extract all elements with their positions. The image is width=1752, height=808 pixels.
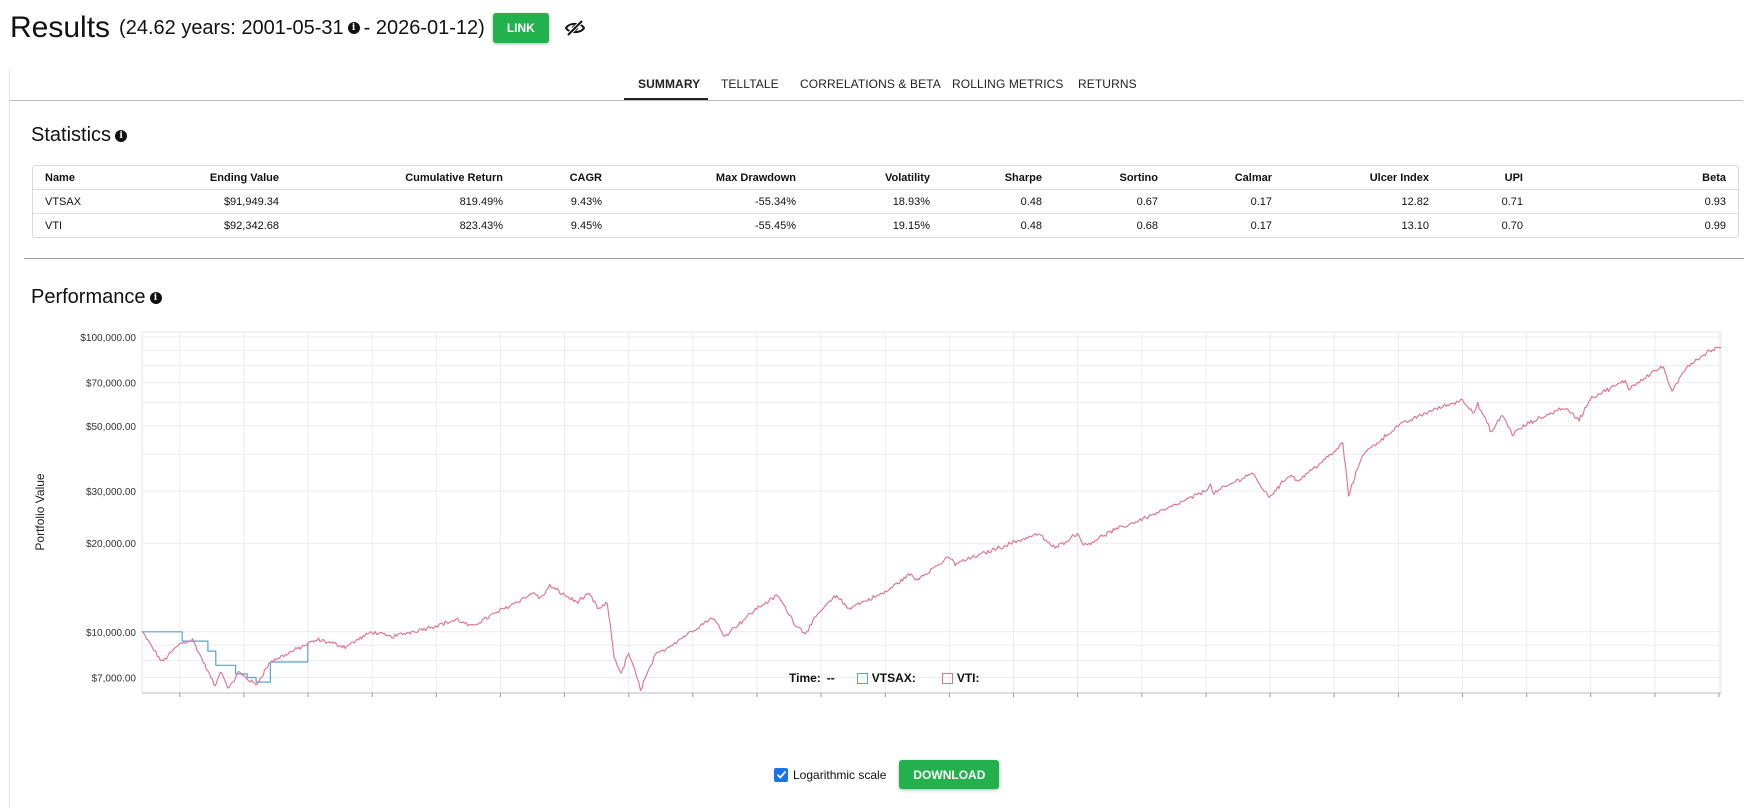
legend-vtsax-label: VTSAX: — [871, 671, 916, 685]
series-line-vti — [141, 346, 1722, 692]
performance-chart-svg[interactable]: $7,000.00 $10,000.00 $20,000.00 $30,000.00 $… — [0, 0, 1752, 700]
y-tick-label: $30,000.00 — [86, 487, 136, 498]
y-axis-label: Portfolio Value — [33, 473, 47, 550]
y-tick-label: $10,000.00 — [86, 628, 136, 639]
chart-controls: Logarithmic scale DOWNLOAD — [774, 760, 1000, 789]
y-tick-label: $50,000.00 — [86, 422, 136, 433]
plot-area — [141, 331, 1722, 694]
y-tick-label: $70,000.00 — [86, 379, 136, 390]
download-button[interactable]: DOWNLOAD — [899, 760, 1000, 789]
check-icon — [776, 770, 786, 779]
legend-time-label: Time: — [789, 671, 821, 685]
log-scale-label[interactable]: Logarithmic scale — [793, 768, 886, 782]
legend-vti-label: VTI: — [956, 671, 980, 685]
legend-vti-swatch — [941, 672, 953, 684]
chart-legend: Time: -- VTSAX: VTI: — [789, 671, 979, 685]
log-scale-checkbox[interactable] — [774, 767, 788, 782]
legend-time-value: -- — [826, 671, 835, 685]
y-tick-label: $7,000.00 — [92, 673, 137, 684]
y-tick-label: $20,000.00 — [86, 539, 136, 550]
legend-vtsax-swatch — [856, 672, 868, 684]
y-tick-label: $100,000.00 — [80, 333, 136, 344]
